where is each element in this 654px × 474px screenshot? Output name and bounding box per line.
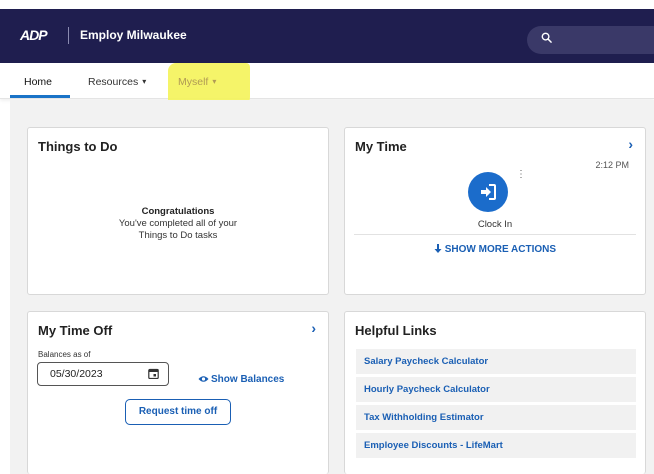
clock-in-button[interactable]	[468, 172, 508, 212]
helpful-link[interactable]: Tax Withholding Estimator	[356, 405, 636, 430]
chevron-right-icon[interactable]: ›	[311, 320, 316, 336]
tab-home-label: Home	[24, 76, 53, 88]
adp-logo[interactable]: ADP	[20, 27, 62, 44]
show-more-actions-label: SHOW MORE ACTIONS	[444, 244, 557, 255]
calendar-icon[interactable]	[148, 368, 159, 379]
search-icon	[541, 32, 552, 43]
show-more-actions-link[interactable]: SHOW MORE ACTIONS	[345, 244, 645, 255]
todo-message-line: Things to Do tasks	[138, 230, 218, 241]
active-tab-underline	[10, 95, 70, 98]
todo-message-line: You've completed all of your	[118, 218, 238, 229]
card-title: My Time	[355, 139, 407, 154]
tab-home[interactable]: Home	[24, 76, 52, 88]
card-title: Helpful Links	[355, 323, 437, 338]
helpful-link[interactable]: Employee Discounts - LifeMart	[356, 433, 636, 458]
my-time-off-card: My Time Off › Balances as of 05/30/2023 …	[27, 311, 329, 474]
company-name: Employ Milwaukee	[80, 28, 187, 42]
tab-myself[interactable]: Myself ▾	[178, 76, 216, 89]
things-to-do-card: Things to Do Congratulations You've comp…	[27, 127, 329, 295]
request-time-off-button[interactable]: Request time off	[125, 399, 231, 425]
my-time-card: My Time › 2:12 PM ⋮ Clock In SHOW MORE A…	[344, 127, 646, 295]
card-title: Things to Do	[38, 139, 118, 154]
todo-message-heading: Congratulations	[141, 206, 215, 217]
sign-in-icon	[481, 184, 496, 200]
tab-resources[interactable]: Resources ▾	[88, 76, 146, 89]
todo-message: Congratulations You've completed all of …	[28, 206, 328, 242]
show-balances-link[interactable]: Show Balances	[198, 374, 284, 385]
search-box[interactable]	[527, 26, 654, 54]
tab-myself-label: Myself	[178, 76, 209, 88]
balance-date-input[interactable]: 05/30/2023	[37, 362, 169, 386]
top-header: ADP Employ Milwaukee	[0, 0, 654, 63]
main-nav: Home Resources ▾ Myself ▾	[0, 63, 654, 111]
balances-as-of-label: Balances as of	[38, 350, 91, 359]
helpful-link[interactable]: Hourly Paycheck Calculator	[356, 377, 636, 402]
card-title: My Time Off	[38, 323, 113, 338]
clock-in-label: Clock In	[477, 219, 513, 230]
tab-resources-label: Resources	[88, 76, 139, 88]
eye-icon	[198, 376, 209, 382]
balance-date-value: 05/30/2023	[50, 368, 103, 380]
divider	[354, 234, 636, 235]
logo-separator	[68, 27, 69, 44]
helpful-links-card: Helpful Links Salary Paycheck Calculator…	[344, 311, 646, 474]
arrow-down-icon	[434, 244, 442, 253]
chevron-right-icon[interactable]: ›	[628, 136, 633, 152]
header-top-gap	[0, 0, 654, 9]
current-time: 2:12 PM	[595, 160, 629, 170]
helpful-link[interactable]: Salary Paycheck Calculator	[356, 349, 636, 374]
chevron-down-icon: ▾	[142, 77, 147, 86]
show-balances-label: Show Balances	[211, 374, 285, 385]
more-options-icon[interactable]: ⋮	[516, 170, 526, 180]
chevron-down-icon: ▾	[212, 77, 217, 86]
